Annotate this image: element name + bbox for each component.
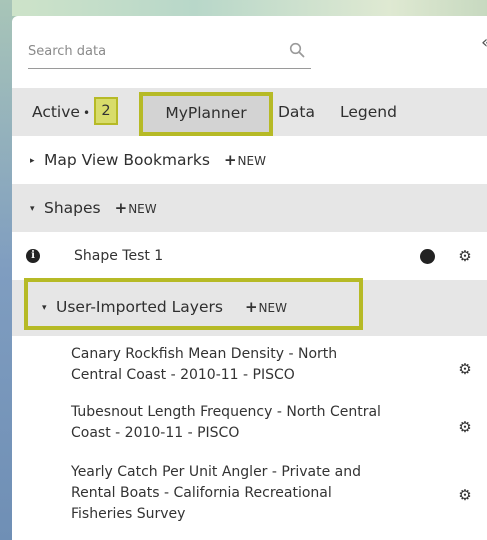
tab-legend-label: Legend	[340, 103, 397, 121]
triangle-down-icon: ▾	[30, 203, 35, 214]
layer-label: Tubesnout Length Frequency - North Centr…	[71, 402, 431, 444]
layer-label-line: Fisheries Survey	[71, 506, 186, 522]
tab-myplanner[interactable]: MyPlanner	[139, 92, 273, 136]
layer-label-line: Coast - 2010-11 - PISCO	[71, 425, 240, 441]
list-item: Yearly Catch Per Unit Angler - Private a…	[12, 462, 487, 530]
layer-label-line: Central Coast - 2010-11 - PISCO	[71, 367, 295, 383]
list-item: Canary Rockfish Mean Density - North Cen…	[12, 344, 487, 398]
gear-icon[interactable]: ⚙	[458, 420, 472, 435]
tab-active-separator: •	[82, 106, 91, 120]
section-shapes[interactable]: ▾ Shapes +NEW	[12, 184, 487, 232]
active-count-badge: 2	[94, 97, 119, 125]
triangle-down-icon: ▾	[42, 302, 47, 313]
search-icon[interactable]	[289, 42, 305, 58]
tab-myplanner-label: MyPlanner	[165, 104, 247, 122]
tab-data[interactable]: Data	[278, 88, 315, 136]
section-label: Map View Bookmarks	[44, 151, 210, 169]
gear-icon[interactable]: ⚙	[458, 362, 472, 377]
shape-label: Shape Test 1	[74, 248, 164, 264]
layer-label-line: Tubesnout Length Frequency - North Centr…	[71, 404, 381, 420]
plus-icon: +	[244, 298, 258, 316]
gear-icon[interactable]: ⚙	[458, 249, 472, 264]
tab-active[interactable]: Active • 2	[32, 88, 119, 136]
tab-active-label: Active	[32, 103, 80, 121]
collapse-panel-icon[interactable]: «	[481, 32, 487, 53]
section-label: User-Imported Layers	[56, 298, 223, 316]
tab-bar: Active • 2 MyPlanner Data Legend	[12, 88, 487, 136]
layer-label-line: Canary Rockfish Mean Density - North	[71, 346, 338, 362]
new-bookmark-label: NEW	[237, 154, 266, 168]
circle-icon[interactable]	[420, 249, 435, 264]
layer-label: Yearly Catch Per Unit Angler - Private a…	[71, 462, 431, 525]
map-background-top	[0, 0, 487, 16]
search-bar: «	[12, 16, 487, 88]
section-user-imported-layers[interactable]: ▾ User-Imported Layers +NEW	[42, 284, 287, 330]
layer-label-line: Yearly Catch Per Unit Angler - Private a…	[71, 464, 361, 480]
new-layer-label: NEW	[258, 301, 287, 315]
info-icon[interactable]: i	[26, 249, 40, 263]
tab-data-label: Data	[278, 103, 316, 121]
tab-legend[interactable]: Legend	[340, 88, 397, 136]
search-input[interactable]	[28, 36, 278, 66]
new-shape-label: NEW	[128, 202, 157, 216]
new-layer-button[interactable]: +NEW	[244, 298, 287, 316]
layer-label-line: Rental Boats - California Recreational	[71, 485, 332, 501]
section-label: Shapes	[44, 199, 101, 217]
plus-icon: +	[114, 199, 128, 217]
plus-icon: +	[223, 151, 237, 169]
triangle-right-icon: ▸	[30, 155, 35, 166]
list-item: Tubesnout Length Frequency - North Centr…	[12, 402, 487, 456]
search-field	[28, 36, 311, 69]
list-item: i Shape Test 1 ⚙	[12, 232, 487, 280]
gear-icon[interactable]: ⚙	[458, 488, 472, 503]
new-shape-button[interactable]: +NEW	[114, 199, 157, 217]
section-map-view-bookmarks[interactable]: ▸ Map View Bookmarks +NEW	[12, 136, 487, 184]
layer-label: Canary Rockfish Mean Density - North Cen…	[71, 344, 431, 386]
new-bookmark-button[interactable]: +NEW	[223, 151, 266, 169]
map-background-left	[0, 0, 12, 540]
layers-panel: « Active•2 MyPlanner Data Legend ▸ Map Vi…	[12, 16, 487, 540]
